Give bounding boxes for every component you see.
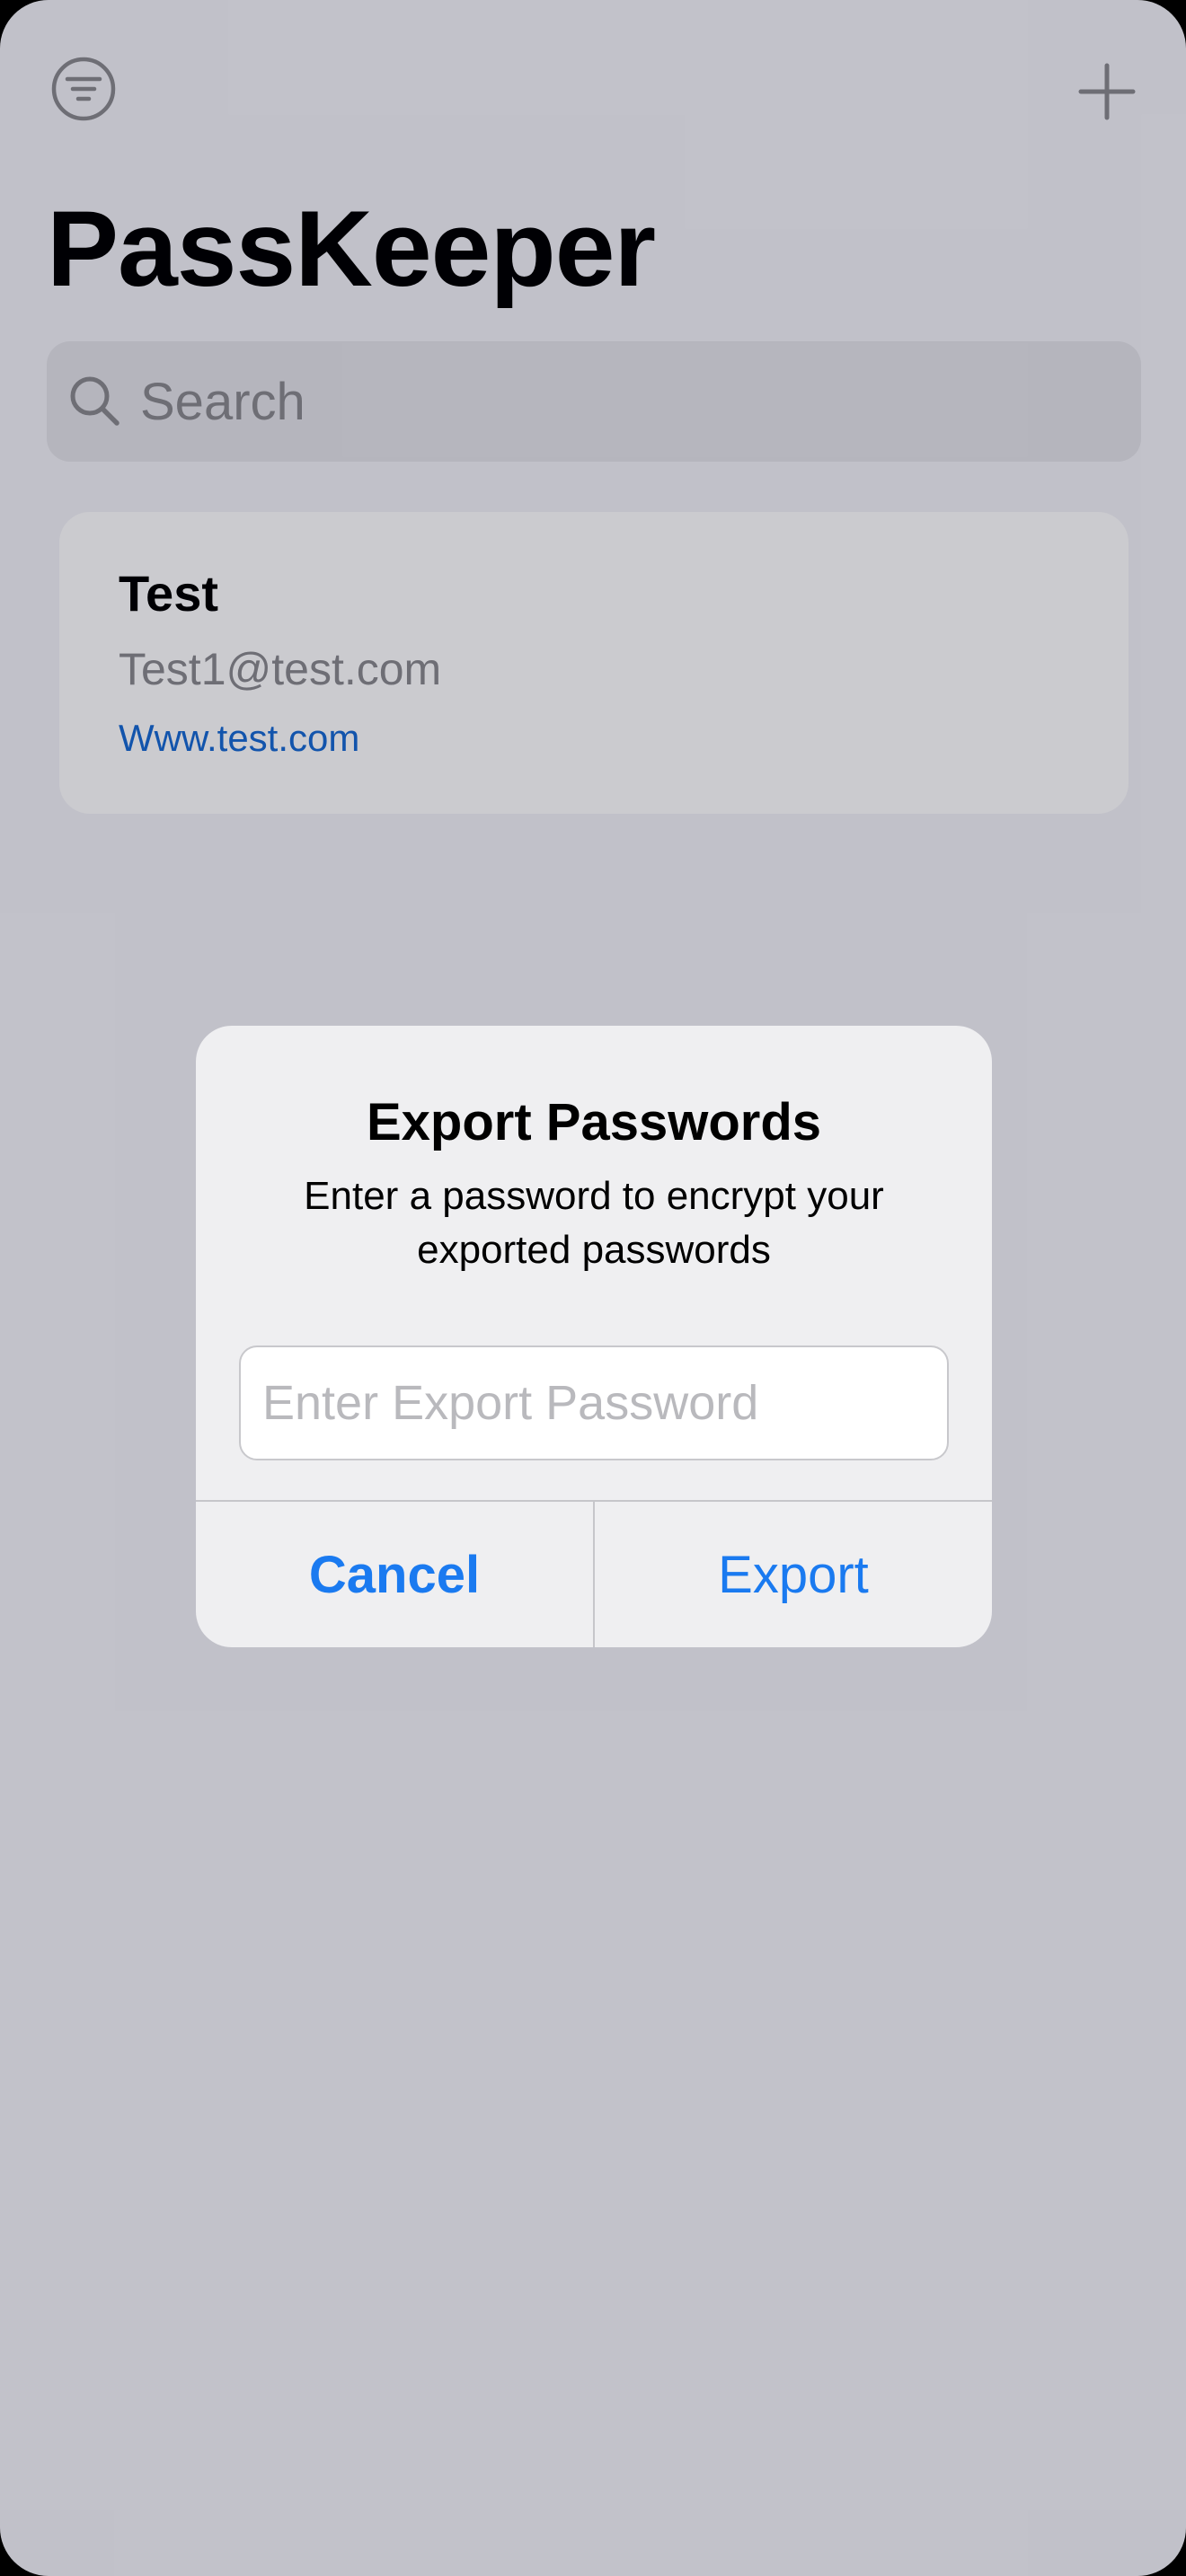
alert-message: Enter a password to encrypt your exporte… [304,1174,884,1272]
cancel-button[interactable]: Cancel [196,1502,593,1647]
export-passwords-alert: Export Passwords Enter a password to enc… [196,1026,992,1647]
alert-title: Export Passwords [366,1093,822,1151]
export-password-input[interactable] [239,1345,949,1460]
app-screen: PassKeeper Test Test1@test.com Www.test.… [0,0,1186,2576]
export-button[interactable]: Export [595,1502,992,1647]
